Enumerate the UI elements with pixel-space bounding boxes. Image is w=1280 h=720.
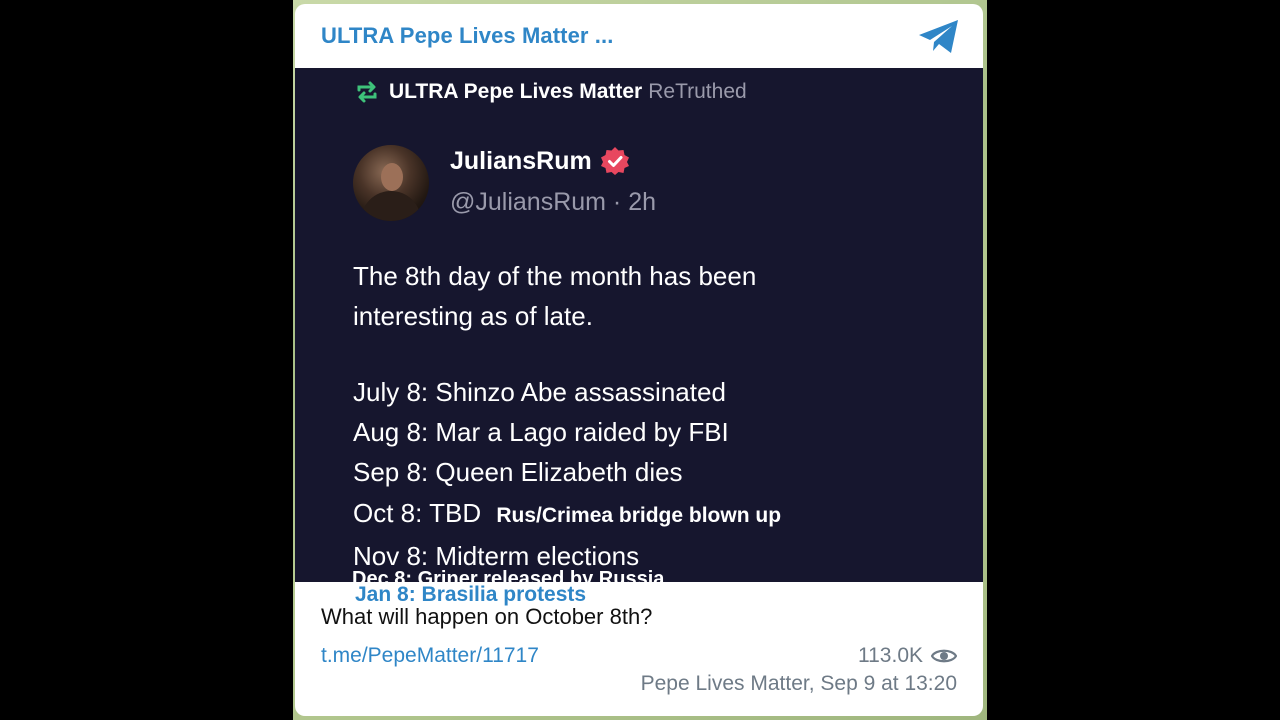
avatar[interactable]: [353, 145, 429, 221]
eye-icon: [931, 649, 957, 663]
author-handle: @JuliansRum · 2h: [450, 188, 657, 216]
channel-title[interactable]: ULTRA Pepe Lives Matter ...: [321, 23, 613, 49]
verified-badge-icon: [600, 147, 629, 175]
author-name-row: JuliansRum: [450, 146, 630, 176]
retruth-row: ULTRA Pepe Lives Matter ReTruthed: [353, 78, 747, 106]
event-item: July 8: Shinzo Abe assassinated: [353, 377, 726, 407]
post-text: The 8th day of the month has been intere…: [353, 256, 913, 336]
retruth-name[interactable]: ULTRA Pepe Lives Matter: [389, 80, 642, 104]
post-link[interactable]: t.me/PepeMatter/11717: [321, 644, 539, 668]
event-item-oct: Oct 8: TBD Rus/Crimea bridge blown up: [353, 493, 781, 536]
post-screenshot: ULTRA Pepe Lives Matter ReTruthed Julian…: [295, 68, 983, 582]
view-count-value: 113.0K: [858, 644, 923, 667]
message-caption: What will happen on October 8th?: [321, 604, 653, 629]
author-name[interactable]: JuliansRum: [450, 147, 592, 176]
message-meta: Pepe Lives Matter, Sep 9 at 13:20: [640, 672, 957, 695]
post-text-line: The 8th day of the month has been: [353, 261, 757, 291]
overlay-annotation-dec: Dec 8: Griner released by Russia: [352, 568, 665, 582]
telegram-icon[interactable]: [917, 19, 961, 55]
event-item: Oct 8: TBD: [353, 497, 482, 528]
avatar-shirt: [361, 191, 421, 221]
message-header: ULTRA Pepe Lives Matter ...: [295, 4, 983, 68]
overlay-annotation-oct: Rus/Crimea bridge blown up: [496, 503, 782, 527]
view-count: 113.0K: [858, 644, 957, 668]
message-card: ULTRA Pepe Lives Matter ... ULTRA Pepe L…: [295, 4, 983, 716]
avatar-face: [381, 163, 403, 191]
retruth-icon: [357, 81, 377, 103]
post-text-line: interesting as of late.: [353, 301, 593, 331]
event-list: July 8: Shinzo Abe assassinated Aug 8: M…: [353, 372, 781, 576]
event-item: Aug 8: Mar a Lago raided by FBI: [353, 417, 729, 448]
event-item: Sep 8: Queen Elizabeth dies: [353, 457, 683, 488]
retruth-label: ReTruthed: [648, 80, 747, 103]
